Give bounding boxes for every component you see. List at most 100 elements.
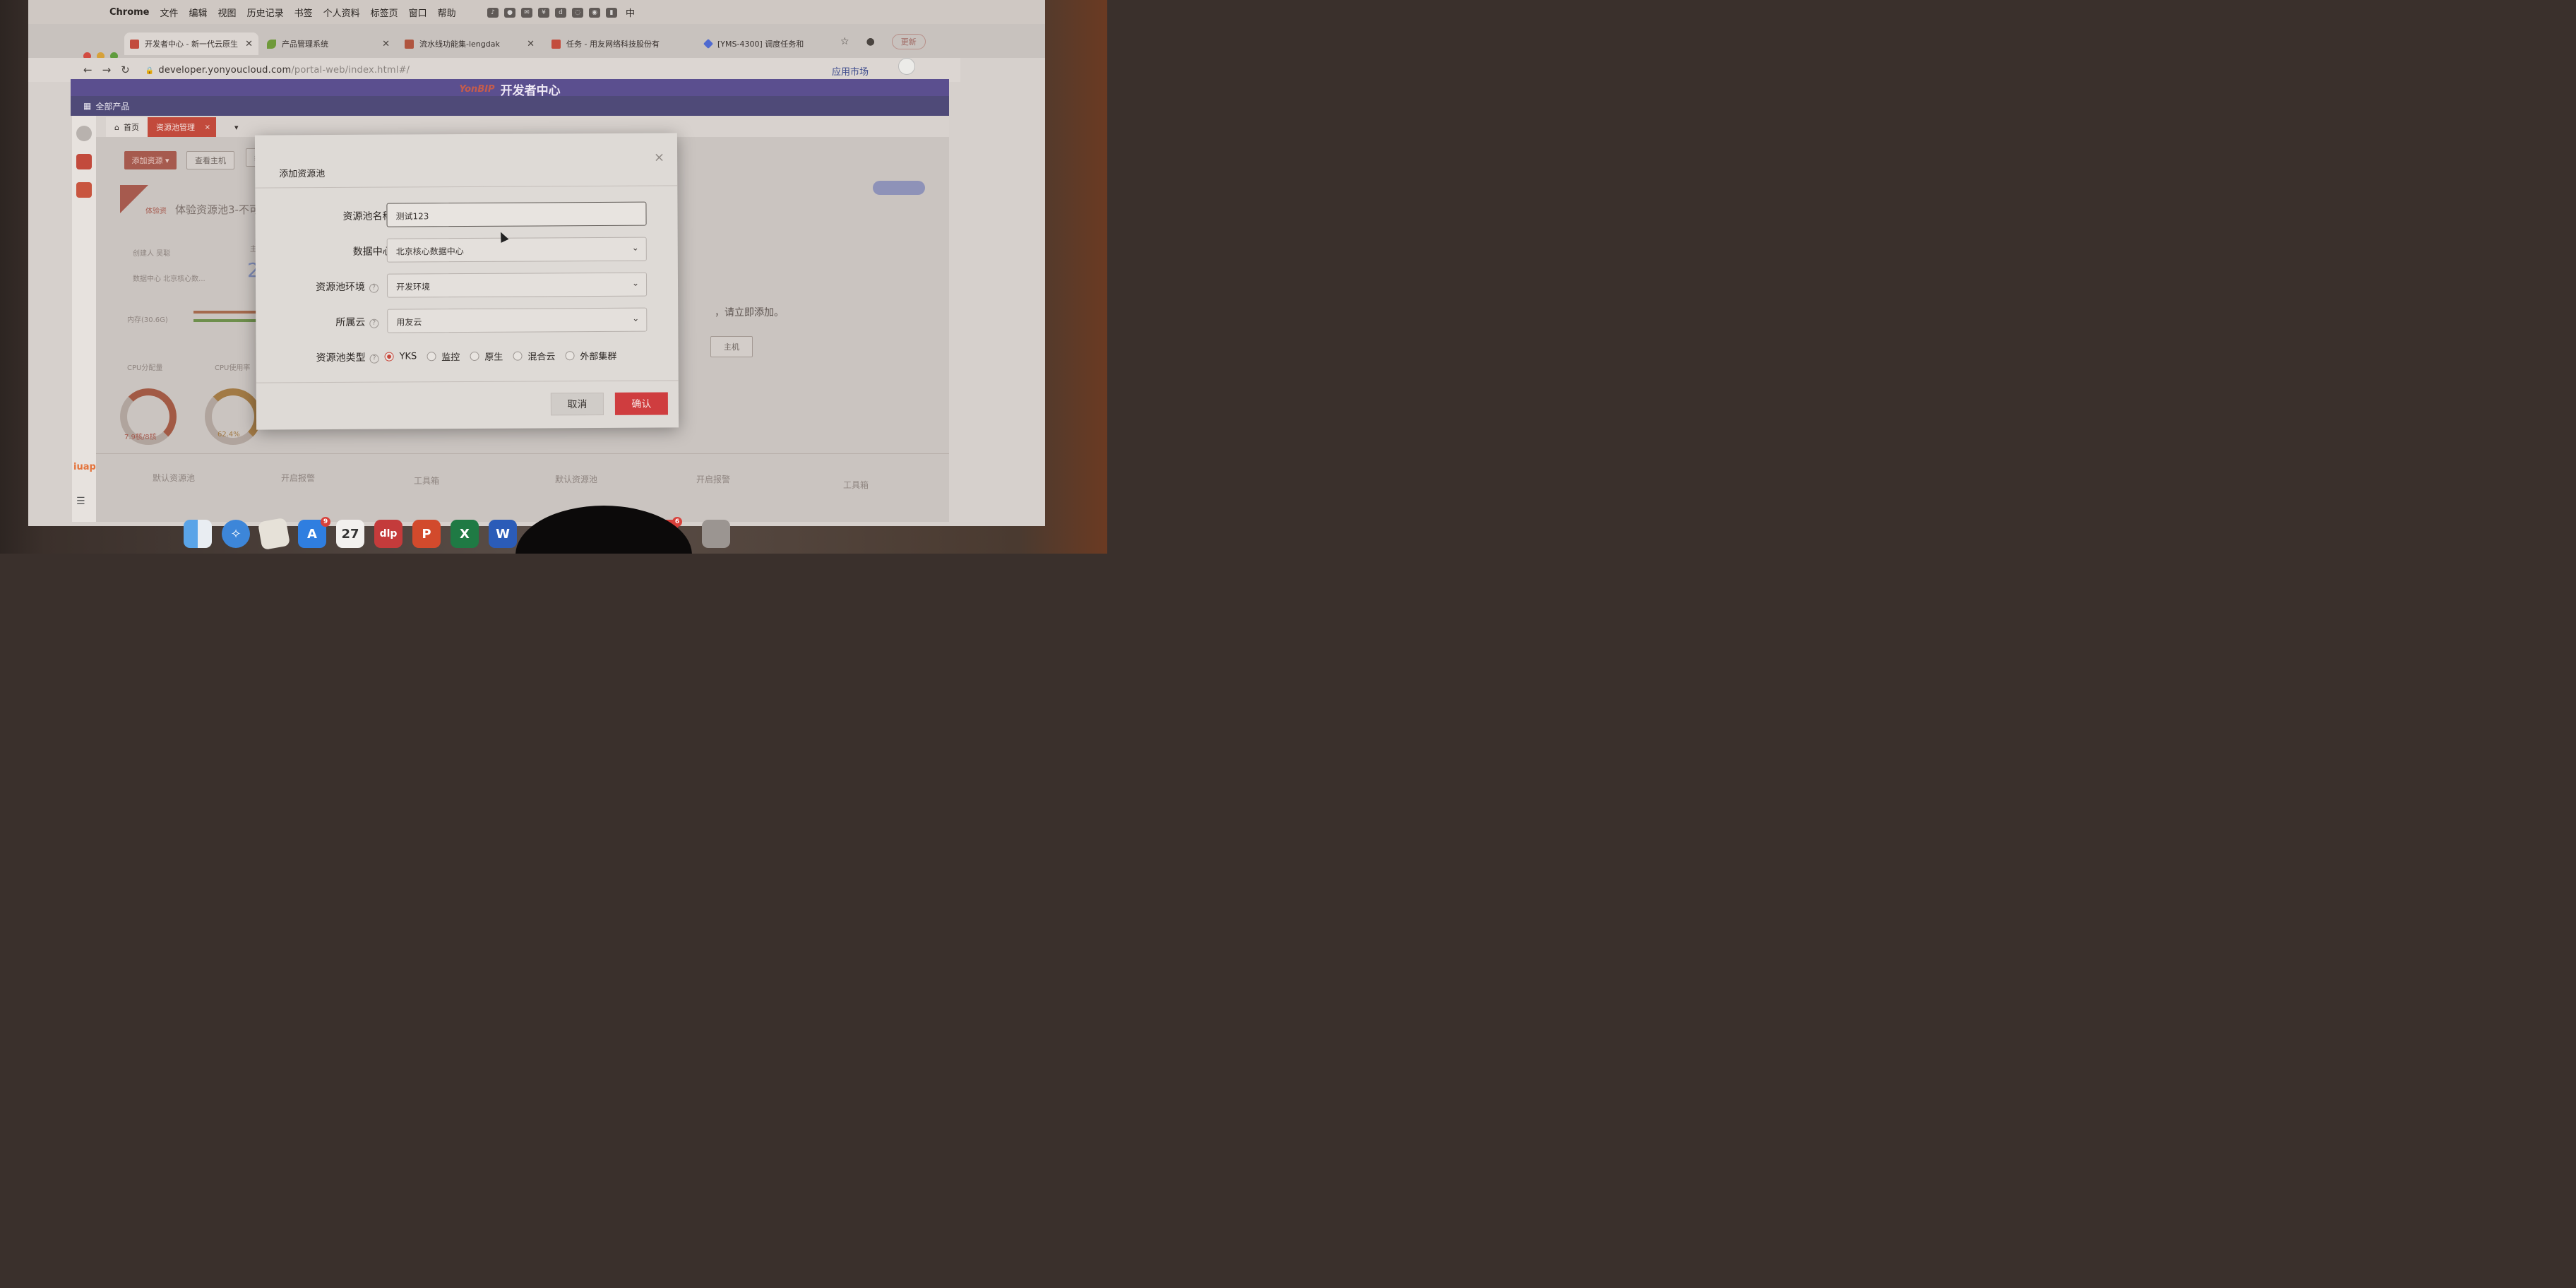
favorites-folder-icon[interactable] [76, 154, 92, 169]
help-icon[interactable]: ? [369, 354, 379, 364]
menu-file[interactable]: 文件 [160, 6, 179, 19]
wifi-icon[interactable]: ◌ [572, 7, 583, 18]
cloud-select[interactable]: 用友云 ⌄ [387, 307, 648, 333]
bell-icon[interactable]: ♪ [487, 7, 499, 18]
tab-product-mgmt[interactable]: 产品管理系统 ✕ [261, 32, 395, 55]
app-icon[interactable] [76, 182, 92, 198]
tab-home[interactable]: ⌂ 首页 [106, 117, 148, 137]
radio-label: 监控 [441, 352, 460, 364]
add-icon[interactable] [76, 126, 92, 141]
pool-creator: 创建人 吴聪 [133, 250, 171, 258]
radio-hybrid[interactable]: 混合云 [513, 349, 555, 363]
input-method-indicator[interactable]: 中 [626, 6, 635, 19]
calendar-icon[interactable]: 27 [336, 520, 364, 548]
alarm-toggle[interactable]: 开启报警 [281, 472, 315, 484]
tab-close-icon[interactable]: × [205, 124, 210, 131]
safari-icon[interactable]: ✧ [222, 520, 250, 548]
menu-history[interactable]: 历史记录 [247, 6, 284, 19]
reload-button[interactable]: ↻ [121, 64, 130, 76]
mic-icon[interactable]: ▮ [606, 7, 617, 18]
appstore-icon[interactable]: A9 [298, 517, 330, 548]
wechat-icon[interactable]: ● [504, 7, 515, 18]
all-products-bar[interactable]: ▦ 全部产品 [71, 96, 949, 116]
pool-env-label-text: 资源池环境 [316, 281, 366, 294]
powerpoint-icon[interactable]: P [412, 520, 441, 548]
default-pool-toggle-2[interactable]: 默认资源池 [555, 473, 597, 485]
camera-icon[interactable]: ◉ [589, 7, 600, 18]
tab-title: [YMS-4300] 调度任务和 [717, 40, 804, 49]
dw-icon[interactable]: d [555, 7, 566, 18]
tab-developer-center[interactable]: 开发者中心 - 新一代云原生 ✕ [124, 32, 258, 55]
pool-env-label: 资源池环境? [266, 280, 379, 294]
radio-monitor[interactable]: 监控 [427, 350, 460, 363]
pool-type-row: 资源池类型? YKS 监控 原生 混合云 外部集群 [256, 342, 678, 369]
dw-app-icon[interactable]: dlp [374, 520, 402, 548]
menu-window[interactable]: 窗口 [409, 6, 427, 19]
finder-icon[interactable] [184, 520, 212, 548]
word-icon[interactable]: W [489, 520, 517, 548]
tab-close-icon[interactable]: ✕ [245, 39, 253, 49]
chevron-down-icon: ⌄ [631, 278, 640, 288]
menu-profile[interactable]: 个人资料 [323, 6, 360, 19]
menu-list-icon[interactable]: ☰ [76, 496, 92, 511]
forward-button[interactable]: → [102, 64, 112, 76]
bookmark-star-icon[interactable]: ☆ [840, 36, 849, 47]
alarm-toggle-2[interactable]: 开启报警 [696, 473, 730, 485]
datacenter-select[interactable]: 北京核心数据中心 ⌄ [386, 237, 647, 263]
app-market-link[interactable]: 应用市场 [832, 64, 869, 78]
menu-tabs[interactable]: 标签页 [371, 6, 398, 19]
add-host-button[interactable]: 主机 [710, 336, 753, 357]
chevron-down-icon: ⌄ [632, 313, 640, 323]
help-icon[interactable]: ? [369, 283, 379, 293]
menu-view[interactable]: 视图 [218, 6, 237, 19]
yonbip-logo: YonBIP [459, 83, 495, 95]
radio-native[interactable]: 原生 [470, 350, 503, 363]
trash-icon[interactable] [702, 520, 730, 548]
default-pool-toggle[interactable]: 默认资源池 [153, 472, 195, 484]
excel-icon[interactable]: X [451, 520, 479, 548]
cancel-button[interactable]: 取消 [550, 392, 604, 416]
tab-pipeline[interactable]: 流水线功能集-lengdak ✕ [399, 32, 540, 55]
confirm-button[interactable]: 确认 [614, 392, 668, 415]
radio-yks[interactable]: YKS [384, 350, 417, 363]
datacenter-value: 北京核心数据中心 [395, 246, 464, 257]
update-button[interactable]: 更新 [891, 34, 926, 49]
close-icon[interactable]: × [654, 150, 664, 165]
back-button[interactable]: ← [83, 64, 93, 76]
help-icon[interactable]: ? [369, 318, 379, 328]
iuap-logo: iuap [73, 462, 96, 472]
menu-chrome[interactable]: Chrome [109, 7, 150, 18]
tab-close-icon[interactable]: ✕ [382, 39, 390, 49]
cloud-label: 所属云? [266, 315, 379, 330]
view-hosts-button[interactable]: 查看主机 [186, 151, 234, 169]
cpu-use-label: CPU使用率 [215, 364, 251, 372]
notes-icon[interactable] [257, 517, 291, 551]
radio-external[interactable]: 外部集群 [565, 349, 616, 362]
chat-icon[interactable]: ✉ [521, 7, 532, 18]
url-field[interactable]: 🔒 developer.yonyoucloud.com/portal-web/in… [145, 65, 410, 76]
menu-edit[interactable]: 编辑 [189, 6, 208, 19]
datacenter-row: 数据中心 北京核心数据中心 ⌄ [256, 237, 678, 263]
tabs-more-icon[interactable]: ▾ [226, 117, 247, 137]
toolbox-link[interactable]: 工具箱 [414, 475, 439, 487]
user-avatar[interactable] [898, 58, 915, 75]
tab-resource-pool-label: 资源池管理 [155, 123, 195, 132]
action-pill[interactable] [873, 181, 925, 195]
tab-resource-pool[interactable]: 资源池管理 × [147, 117, 216, 137]
tab-tasks[interactable]: 任务 - 用友网络科技股份有 [546, 32, 687, 55]
profile-icon[interactable]: ● [866, 36, 875, 47]
pool-name-row: 资源池名称 测试123 [255, 201, 677, 227]
menu-bookmarks[interactable]: 书签 [294, 6, 313, 19]
home-icon: ⌂ [114, 122, 119, 132]
portal-sidebar: iuap ☰ [72, 116, 96, 522]
pay-icon[interactable]: ¥ [538, 7, 549, 18]
radio-label: 外部集群 [580, 351, 617, 363]
pool-env-select[interactable]: 开发环境 ⌄ [386, 272, 648, 298]
toolbox-link-2[interactable]: 工具箱 [843, 479, 869, 491]
menu-help[interactable]: 帮助 [438, 6, 456, 19]
tab-yms[interactable]: [YMS-4300] 调度任务和 [699, 32, 840, 55]
pool-name-input[interactable]: 测试123 [386, 201, 647, 227]
tab-close-icon[interactable]: ✕ [527, 39, 535, 49]
browser-toolbar-right: ☆ ● 更新 [840, 34, 926, 49]
add-resource-button[interactable]: 添加资源 ▾ [124, 151, 177, 169]
